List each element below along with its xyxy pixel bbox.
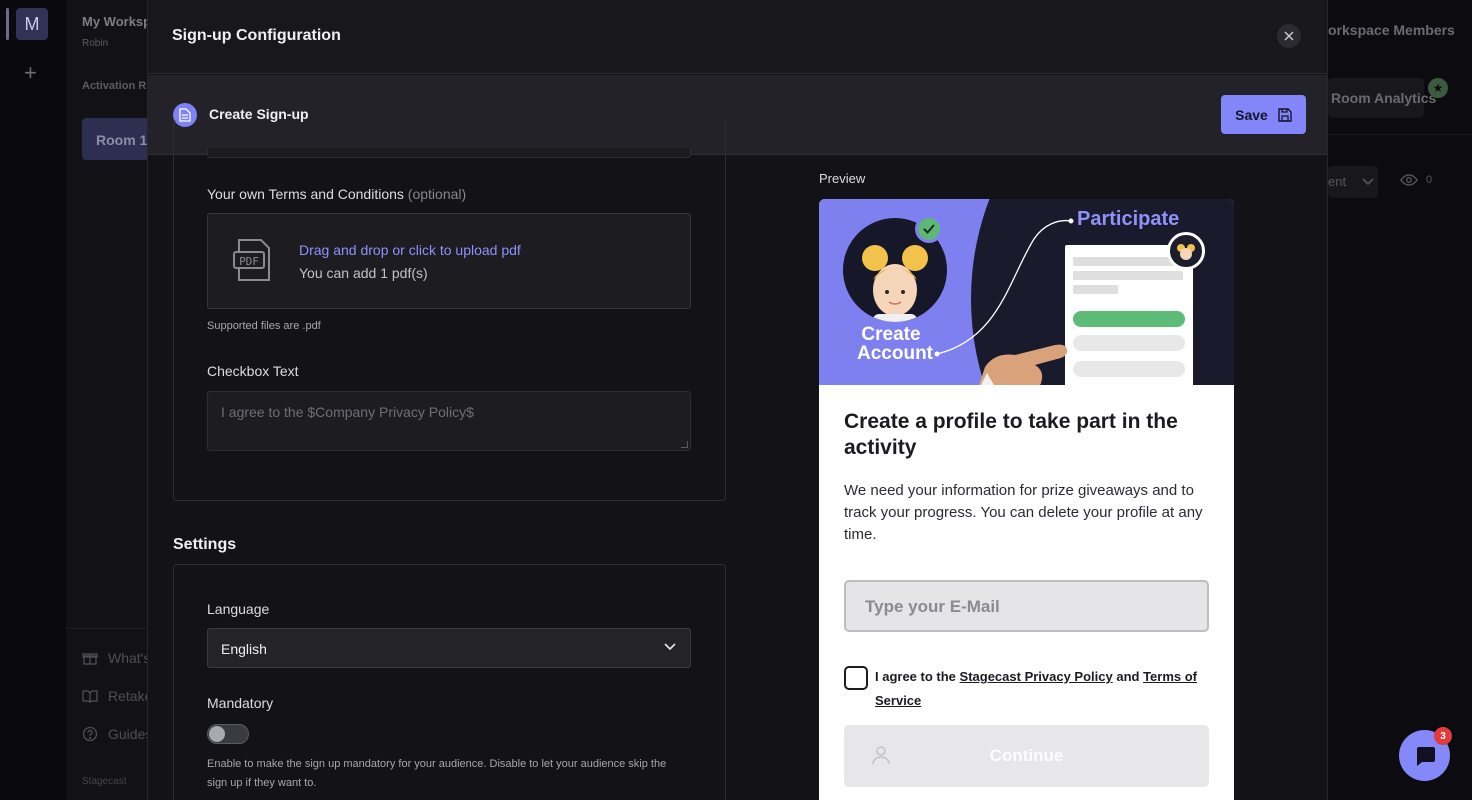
chevron-down-icon — [664, 643, 676, 651]
pdf-file-icon: PDF — [233, 239, 270, 281]
preview-title: Create a profile to take part in the act… — [844, 410, 1178, 459]
preview-agree-checkbox[interactable] — [844, 666, 868, 690]
views-count: 0 — [1426, 174, 1433, 186]
mini-avatar-icon — [1167, 232, 1205, 270]
room-analytics-button[interactable]: Room Analytics — [1328, 78, 1436, 118]
close-icon — [1284, 31, 1294, 41]
whats-new-link[interactable]: What's — [82, 650, 150, 666]
active-workspace-indicator — [6, 8, 9, 40]
modal-title: Sign-up Configuration — [172, 27, 341, 44]
pdf-upload-dropzone[interactable]: PDF Drag and drop or click to upload pdf… — [207, 213, 691, 309]
preview-label: Preview — [819, 171, 866, 186]
privacy-policy-link[interactable]: Stagecast Privacy Policy — [960, 669, 1113, 684]
workspace-rail: M + — [0, 0, 66, 800]
room-header-area: orkspace Members Room Analytics ★ ent 0 — [1328, 0, 1472, 800]
terms-label: Your own Terms and Conditions (optional) — [207, 186, 466, 202]
resize-handle-icon[interactable] — [681, 441, 688, 448]
preview-agree-text: I agree to the Stagecast Privacy Policy … — [875, 665, 1205, 713]
header-divider — [1328, 134, 1472, 135]
mandatory-label: Mandatory — [207, 695, 274, 711]
chat-bubble-icon — [1416, 746, 1435, 766]
checkbox-text-input[interactable]: I agree to the $Company Privacy Policy$ — [207, 391, 691, 451]
hero-create-line2: Account — [857, 343, 933, 364]
eye-icon — [1400, 174, 1418, 186]
agree-prefix: I agree to the — [875, 669, 960, 684]
book-icon — [82, 690, 98, 703]
workspace-members-link[interactable]: orkspace Members — [1328, 22, 1455, 38]
settings-title: Settings — [173, 536, 237, 553]
language-select[interactable]: English — [207, 628, 691, 668]
preview-hero-illustration: Create Account Participate — [819, 199, 1234, 385]
help-circle-icon — [82, 726, 98, 742]
retake-label: Retake — [108, 688, 153, 704]
whats-new-label: What's — [108, 650, 151, 666]
guides-link[interactable]: Guides — [82, 726, 152, 742]
brand-label: Stagecast — [82, 776, 127, 787]
scrolled-field[interactable] — [207, 148, 691, 158]
modal-header: Sign-up Configuration — [148, 0, 1327, 74]
mandatory-hint: Enable to make the sign up mandatory for… — [207, 758, 667, 789]
svg-text:PDF: PDF — [239, 255, 259, 268]
gift-icon — [82, 653, 98, 665]
pointing-hand-illustration — [979, 344, 1067, 385]
preview-email-input[interactable]: Type your E-Mail — [844, 580, 1209, 632]
hero-create-line1: Create — [861, 324, 921, 345]
chat-unread-badge: 3 — [1434, 727, 1452, 745]
signup-config-modal: Sign-up Configuration Create Sign-up Sav… — [147, 0, 1328, 800]
checkbox-text-placeholder: I agree to the $Company Privacy Policy$ — [221, 404, 474, 420]
upload-limit-text: You can add 1 pdf(s) — [299, 265, 428, 281]
agree-and: and — [1112, 669, 1144, 684]
chevron-down-icon — [1362, 178, 1374, 186]
star-icon: ★ — [1428, 78, 1448, 98]
sidebar-divider — [66, 628, 148, 629]
preview-description: We need your information for prize givea… — [844, 482, 1203, 543]
terms-optional-text: (optional) — [407, 186, 467, 202]
terms-label-text: Your own Terms and Conditions — [207, 186, 404, 202]
retake-link[interactable]: Retake — [82, 688, 152, 704]
checkbox-text-label: Checkbox Text — [207, 363, 299, 379]
event-select[interactable]: ent — [1328, 166, 1378, 198]
floppy-disk-icon — [1278, 107, 1292, 122]
activation-section-label: Activation R — [82, 80, 147, 92]
language-value: English — [221, 641, 267, 657]
workspace-user: Robin — [82, 38, 109, 49]
add-workspace-icon[interactable]: + — [24, 60, 37, 86]
upload-link[interactable]: Drag and drop or click to upload pdf — [299, 242, 521, 258]
close-button[interactable] — [1277, 24, 1301, 48]
views-counter: 0 — [1400, 174, 1432, 186]
workspace-sidebar: My Worksp Robin Activation R Room 1 What… — [66, 0, 162, 800]
save-label: Save — [1235, 106, 1268, 123]
toggle-knob — [209, 726, 225, 742]
event-select-value: ent — [1328, 174, 1347, 189]
mandatory-toggle[interactable] — [207, 724, 249, 744]
guides-label: Guides — [108, 726, 153, 742]
hero-create-account-text: Create Account — [857, 324, 933, 363]
language-label: Language — [207, 601, 270, 617]
save-button[interactable]: Save — [1221, 95, 1306, 134]
hero-participate-text: Participate — [1077, 208, 1180, 230]
user-icon — [872, 746, 890, 765]
supported-files-hint: Supported files are .pdf — [207, 320, 321, 332]
continue-label: Continue — [989, 746, 1064, 765]
signup-preview: Create Account Participate Create a prof… — [819, 199, 1234, 800]
checkmark-badge-icon — [915, 215, 943, 243]
preview-continue-button[interactable]: Continue — [844, 725, 1209, 787]
workspace-name: My Worksp — [82, 14, 152, 29]
workspace-avatar[interactable]: M — [16, 8, 48, 40]
